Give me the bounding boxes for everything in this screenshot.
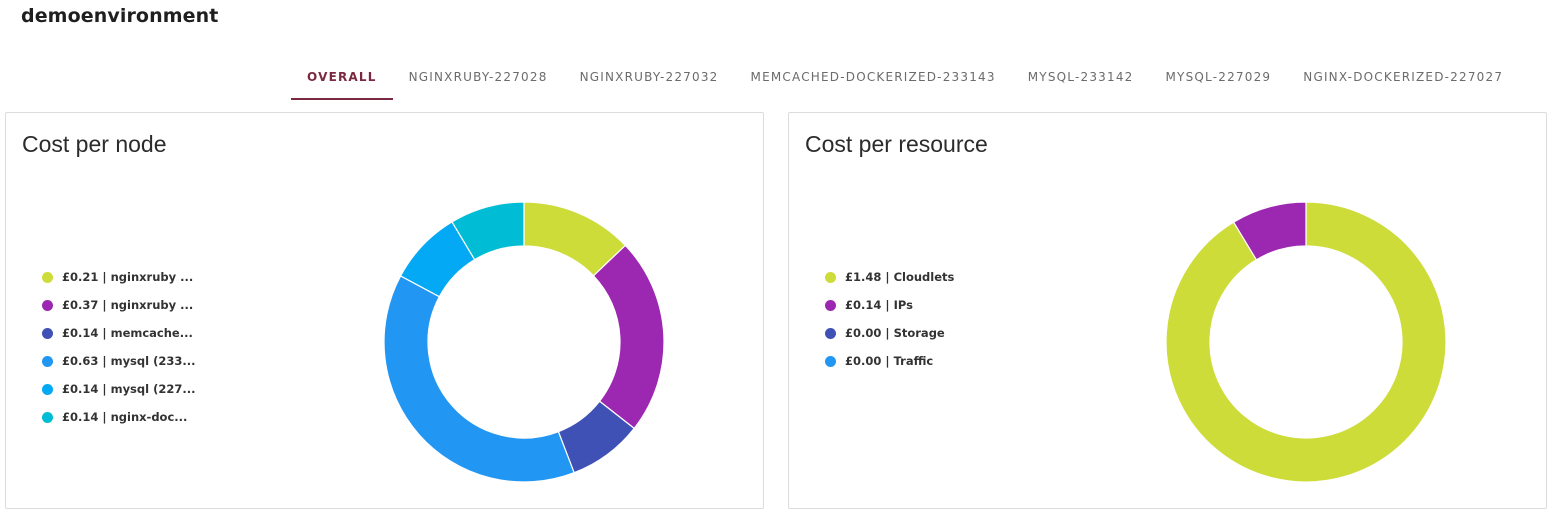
legend-item-resource-1[interactable]: £0.14 | IPs bbox=[825, 291, 954, 319]
tab-nginxruby-227032[interactable]: NGINXRUBY-227032 bbox=[564, 56, 735, 100]
legend-item-resource-0[interactable]: £1.48 | Cloudlets bbox=[825, 263, 954, 291]
legend-label: £0.37 | nginxruby ... bbox=[62, 298, 194, 312]
legend-swatch bbox=[42, 355, 53, 367]
cost-per-resource-donut-chart[interactable] bbox=[1164, 200, 1448, 484]
legend-swatch bbox=[42, 299, 53, 311]
legend-label: £0.14 | nginx-doc... bbox=[62, 410, 188, 424]
legend-item-node-4[interactable]: £0.14 | mysql (227... bbox=[42, 375, 195, 403]
legend-label: £1.48 | Cloudlets bbox=[845, 270, 955, 284]
tab-nginx-dockerized-227027[interactable]: NGINX-DOCKERIZED-227027 bbox=[1287, 56, 1519, 100]
legend-item-node-0[interactable]: £0.21 | nginxruby ... bbox=[42, 263, 195, 291]
legend-label: £0.00 | Traffic bbox=[845, 354, 934, 368]
legend-label: £0.21 | nginxruby ... bbox=[62, 270, 194, 284]
legend-label: £0.00 | Storage bbox=[845, 326, 945, 340]
tab-mysql-233142[interactable]: MYSQL-233142 bbox=[1012, 56, 1150, 100]
legend-item-resource-2[interactable]: £0.00 | Storage bbox=[825, 319, 954, 347]
legend-label: £0.14 | memcache... bbox=[62, 326, 193, 340]
legend-swatch bbox=[42, 383, 53, 395]
cost-per-resource-title: Cost per resource bbox=[805, 131, 988, 157]
legend-swatch bbox=[825, 327, 836, 339]
legend-label: £0.14 | mysql (227... bbox=[62, 382, 196, 396]
legend-swatch bbox=[825, 271, 836, 283]
legend-label: £0.63 | mysql (233... bbox=[62, 354, 196, 368]
legend-swatch bbox=[825, 355, 836, 367]
node-tabs: OVERALL NGINXRUBY-227028 NGINXRUBY-22703… bbox=[291, 56, 1519, 100]
legend-swatch bbox=[42, 327, 53, 339]
cost-per-node-legend: £0.21 | nginxruby ... £0.37 | nginxruby … bbox=[42, 263, 195, 431]
tab-mysql-227029[interactable]: MYSQL-227029 bbox=[1150, 56, 1288, 100]
legend-label: £0.14 | IPs bbox=[845, 298, 913, 312]
legend-item-node-1[interactable]: £0.37 | nginxruby ... bbox=[42, 291, 195, 319]
legend-swatch bbox=[42, 271, 53, 283]
donut-slice-nginxruby-1[interactable] bbox=[592, 244, 665, 430]
dashboard-page: demoenvironment OVERALL NGINXRUBY-227028… bbox=[0, 0, 1556, 518]
cost-per-node-donut-chart[interactable] bbox=[382, 200, 666, 484]
cost-per-node-card: Cost per node £0.21 | nginxruby ... £0.3… bbox=[5, 112, 764, 509]
tab-nginxruby-227028[interactable]: NGINXRUBY-227028 bbox=[393, 56, 564, 100]
legend-item-node-5[interactable]: £0.14 | nginx-doc... bbox=[42, 403, 195, 431]
cost-per-resource-legend: £1.48 | Cloudlets £0.14 | IPs £0.00 | St… bbox=[825, 263, 954, 375]
legend-swatch bbox=[825, 299, 836, 311]
tab-memcached-dockerized-233143[interactable]: MEMCACHED-DOCKERIZED-233143 bbox=[735, 56, 1012, 100]
legend-item-node-2[interactable]: £0.14 | memcache... bbox=[42, 319, 195, 347]
legend-item-resource-3[interactable]: £0.00 | Traffic bbox=[825, 347, 954, 375]
legend-swatch bbox=[42, 411, 53, 423]
tab-overall[interactable]: OVERALL bbox=[291, 56, 393, 100]
cost-per-resource-card: Cost per resource £1.48 | Cloudlets £0.1… bbox=[788, 112, 1547, 509]
cost-per-node-title: Cost per node bbox=[22, 131, 167, 157]
donut-slice-mysql-233-3[interactable] bbox=[383, 275, 575, 483]
legend-item-node-3[interactable]: £0.63 | mysql (233... bbox=[42, 347, 195, 375]
environment-title: demoenvironment bbox=[21, 5, 219, 27]
